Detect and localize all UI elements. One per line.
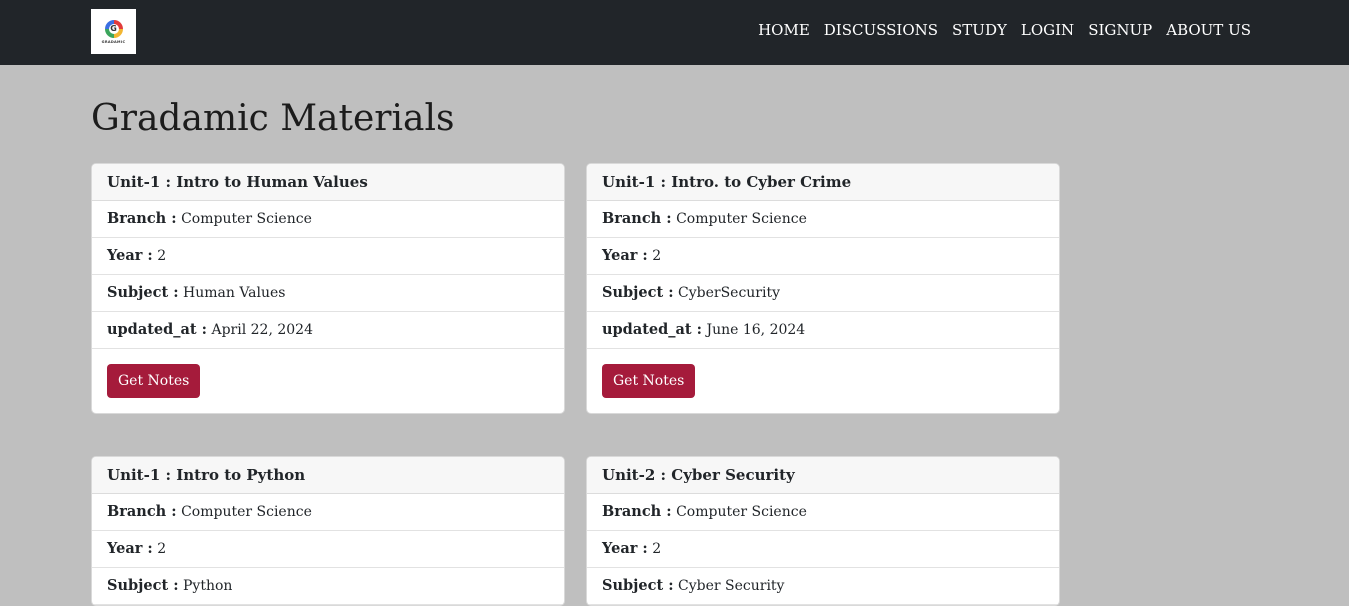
- subject-row: Subject : Cyber Security: [587, 568, 1059, 605]
- year-label: Year :: [107, 247, 153, 264]
- subject-row: Subject : Human Values: [92, 275, 564, 312]
- nav-home-link[interactable]: HOME: [758, 20, 810, 40]
- card-title: Unit-1 : Intro to Python: [92, 457, 564, 494]
- nav-signup-link[interactable]: SIGNUP: [1088, 20, 1152, 40]
- card-title: Unit-1 : Intro to Human Values: [92, 164, 564, 201]
- year-value: 2: [652, 248, 662, 264]
- card-footer: Get Notes: [92, 349, 564, 413]
- nav-discussions-link[interactable]: DISCUSSIONS: [824, 20, 938, 40]
- year-label: Year :: [602, 247, 648, 264]
- branch-value: Computer Science: [181, 504, 312, 520]
- year-row: Year : 2: [587, 238, 1059, 275]
- nav-login-link[interactable]: LOGIN: [1021, 20, 1074, 40]
- subject-value: Cyber Security: [678, 578, 785, 594]
- branch-value: Computer Science: [676, 211, 807, 227]
- get-notes-button[interactable]: Get Notes: [602, 364, 696, 398]
- branch-row: Branch : Computer Science: [92, 201, 564, 238]
- year-row: Year : 2: [587, 531, 1059, 568]
- subject-label: Subject :: [602, 284, 674, 301]
- logo-g-icon: G: [104, 19, 123, 38]
- material-card: Unit-1 : Intro to Python Branch : Comput…: [91, 456, 565, 606]
- material-card: Unit-1 : Intro. to Cyber Crime Branch : …: [586, 163, 1060, 414]
- branch-row: Branch : Computer Science: [92, 494, 564, 531]
- nav-about-link[interactable]: ABOUT US: [1166, 20, 1251, 40]
- year-value: 2: [652, 541, 662, 557]
- year-value: 2: [157, 541, 167, 557]
- nav-study-link[interactable]: STUDY: [952, 20, 1007, 40]
- branch-row: Branch : Computer Science: [587, 494, 1059, 531]
- page-title: Gradamic Materials: [91, 98, 455, 139]
- card-footer: Get Notes: [587, 349, 1059, 413]
- branch-value: Computer Science: [181, 211, 312, 227]
- subject-label: Subject :: [107, 577, 179, 594]
- card-title: Unit-2 : Cyber Security: [587, 457, 1059, 494]
- branch-label: Branch :: [602, 503, 672, 520]
- get-notes-button[interactable]: Get Notes: [107, 364, 201, 398]
- subject-row: Subject : CyberSecurity: [587, 275, 1059, 312]
- updated-row: updated_at : April 22, 2024: [92, 312, 564, 349]
- branch-label: Branch :: [107, 210, 177, 227]
- year-label: Year :: [107, 540, 153, 557]
- top-navbar: G GRADAMIC HOME DISCUSSIONS STUDY LOGIN …: [0, 0, 1349, 65]
- year-row: Year : 2: [92, 531, 564, 568]
- material-card: Unit-1 : Intro to Human Values Branch : …: [91, 163, 565, 414]
- updated-value: June 16, 2024: [706, 322, 806, 338]
- branch-value: Computer Science: [676, 504, 807, 520]
- branch-label: Branch :: [602, 210, 672, 227]
- card-title: Unit-1 : Intro. to Cyber Crime: [587, 164, 1059, 201]
- branch-label: Branch :: [107, 503, 177, 520]
- subject-label: Subject :: [602, 577, 674, 594]
- nav-links: HOME DISCUSSIONS STUDY LOGIN SIGNUP ABOU…: [758, 20, 1251, 40]
- year-value: 2: [157, 248, 167, 264]
- branch-row: Branch : Computer Science: [587, 201, 1059, 238]
- updated-row: updated_at : June 16, 2024: [587, 312, 1059, 349]
- updated-label: updated_at :: [602, 321, 703, 338]
- gradamic-logo[interactable]: G GRADAMIC: [91, 9, 136, 54]
- year-label: Year :: [602, 540, 648, 557]
- subject-label: Subject :: [107, 284, 179, 301]
- logo-text: GRADAMIC: [101, 39, 126, 44]
- subject-row: Subject : Python: [92, 568, 564, 605]
- subject-value: Human Values: [183, 285, 286, 301]
- subject-value: Python: [183, 578, 233, 594]
- year-row: Year : 2: [92, 238, 564, 275]
- updated-value: April 22, 2024: [211, 322, 313, 338]
- material-card: Unit-2 : Cyber Security Branch : Compute…: [586, 456, 1060, 606]
- updated-label: updated_at :: [107, 321, 208, 338]
- subject-value: CyberSecurity: [678, 285, 781, 301]
